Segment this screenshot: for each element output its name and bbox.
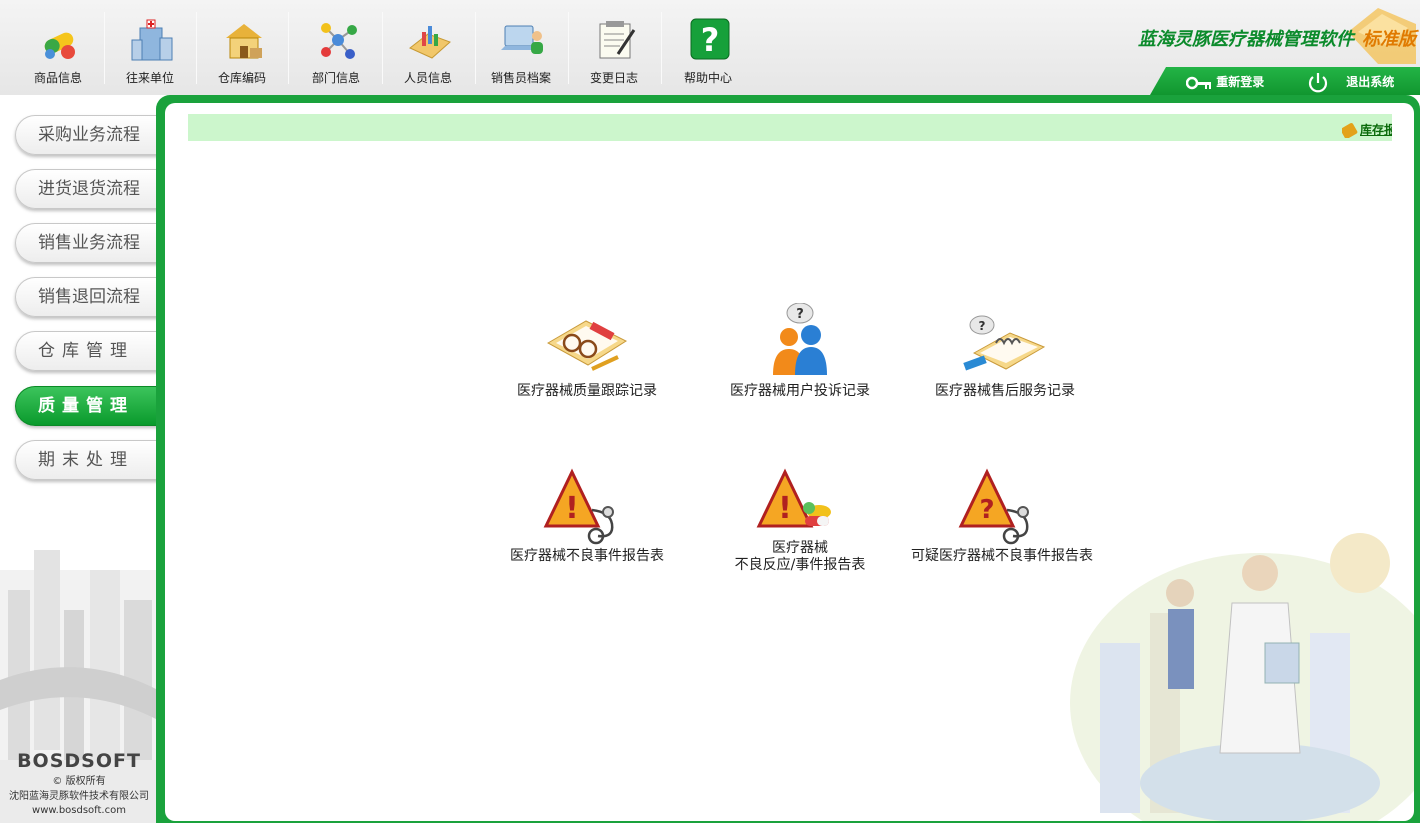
nav-sales-flow[interactable]: 销售业务流程 xyxy=(15,223,161,263)
toolbar-product-info[interactable]: 商品信息 xyxy=(12,8,104,88)
nav-label: 销售业务流程 xyxy=(38,233,140,253)
nav-purchase-return-flow[interactable]: 进货退货流程 xyxy=(15,169,161,209)
power-icon xyxy=(1308,72,1328,92)
relogin-button[interactable]: 重新登录 xyxy=(1185,67,1265,95)
nav-label: 销售退回流程 xyxy=(38,287,140,307)
change-log-notepad-icon xyxy=(599,21,636,59)
tile-label: 可疑医疗器械不良事件报告表 xyxy=(911,548,1093,564)
svg-text:!: ! xyxy=(778,491,792,526)
suspicious-event-warning-icon: ? xyxy=(958,468,1029,545)
svg-text:?: ? xyxy=(979,319,986,333)
tile-label: 医疗器械不良事件报告表 xyxy=(510,548,664,564)
copyright-block: BOSDSOFT © 版权所有 沈阳蓝海灵豚软件技术有限公司 www.bosds… xyxy=(0,750,158,816)
toolbar-label: 帮助中心 xyxy=(683,71,732,85)
exit-label: 退出系统 xyxy=(1346,75,1395,89)
tile-label: 医疗器械用户投诉记录 xyxy=(730,383,870,399)
notice-bar: 库存报警 xyxy=(188,114,1392,141)
svg-text:?: ? xyxy=(979,495,994,525)
toolbar-help-center[interactable]: ? 帮助中心 xyxy=(662,8,754,88)
stock-alert-label: 库存报警 xyxy=(1360,123,1392,137)
svg-text:!: ! xyxy=(565,491,579,526)
help-question-icon: ? xyxy=(690,18,730,60)
website-text: www.bosdsoft.com xyxy=(32,805,126,816)
toolbar-label: 变更日志 xyxy=(589,71,638,85)
toolbar-warehouse-code[interactable]: 仓库编码 xyxy=(196,8,288,88)
department-molecule-icon xyxy=(321,23,357,59)
tile-quality-tracking[interactable]: 医疗器械质量跟踪记录 xyxy=(487,303,687,400)
quality-tracking-icon xyxy=(546,320,628,371)
nav-quality-management[interactable]: 质量管理 xyxy=(15,386,161,426)
svg-text:?: ? xyxy=(796,307,804,322)
toolbar-label: 人员信息 xyxy=(403,71,452,85)
salesman-laptop-icon xyxy=(501,25,543,54)
pencil-icon xyxy=(1342,121,1359,138)
tile-label: 医疗器械质量跟踪记录 xyxy=(517,383,657,399)
toolbar-personnel-info[interactable]: 人员信息 xyxy=(382,8,474,88)
tile-label-line2: 不良反应/事件报告表 xyxy=(734,557,866,573)
tile-user-complaint[interactable]: ? 医疗器械用户投诉记录 xyxy=(700,303,900,400)
warehouse-house-icon xyxy=(226,24,262,59)
tile-adverse-event-report[interactable]: ! 医疗器械不良事件报告表 xyxy=(487,468,687,565)
tile-adverse-reaction-report[interactable]: ! 医疗器械 不良反应/事件报告表 xyxy=(700,468,900,574)
stock-alert-link[interactable]: 库存报警 xyxy=(1342,121,1392,138)
nav-period-end[interactable]: 期末处理 xyxy=(15,440,161,480)
product-pills-icon xyxy=(44,32,75,59)
brand-title: 蓝海灵豚医疗器械管理软件 标准版 xyxy=(1138,25,1416,51)
toolbar-partner-units[interactable]: 往来单位 xyxy=(104,8,196,88)
nav-warehouse-management[interactable]: 仓库管理 xyxy=(15,331,161,371)
toolbar-divider xyxy=(288,12,289,84)
toolbar-label: 商品信息 xyxy=(33,71,82,85)
copyright-text: © 版权所有 xyxy=(52,776,106,787)
personnel-chart-icon xyxy=(409,26,451,59)
nav-label: 期末处理 xyxy=(38,450,134,470)
key-icon xyxy=(1185,76,1211,89)
tile-label-line1: 医疗器械 xyxy=(772,540,828,556)
toolbar-department-info[interactable]: 部门信息 xyxy=(290,8,382,88)
tile-after-sales[interactable]: ? 医疗器械售后服务记录 xyxy=(905,303,1105,400)
nav-label: 仓库管理 xyxy=(38,341,134,361)
svg-text:?: ? xyxy=(701,21,720,59)
toolbar-label: 部门信息 xyxy=(311,71,360,85)
nav-purchase-flow[interactable]: 采购业务流程 xyxy=(15,115,161,155)
adverse-reaction-warning-icon: ! xyxy=(756,468,831,528)
app-edition: 标准版 xyxy=(1362,29,1416,50)
doctor-illustration xyxy=(1070,533,1414,821)
toolbar-label: 仓库编码 xyxy=(217,71,266,85)
toolbar-label: 销售员档案 xyxy=(490,71,551,85)
tile-suspicious-event-report[interactable]: ? 可疑医疗器械不良事件报告表 xyxy=(902,468,1102,565)
nav-label: 进货退货流程 xyxy=(38,179,140,199)
nav-sales-return-flow[interactable]: 销售退回流程 xyxy=(15,277,161,317)
session-bar: 重新登录 退出系统 xyxy=(1150,67,1420,95)
relogin-label: 重新登录 xyxy=(1216,75,1265,89)
after-sales-icon: ? xyxy=(963,315,1046,371)
exit-system-button[interactable]: 退出系统 xyxy=(1306,67,1394,95)
main-frame: 库存报警 医疗器械质量跟踪记录 xyxy=(156,95,1420,823)
company-name: 沈阳蓝海灵豚软件技术有限公司 xyxy=(9,791,149,802)
bosdsoft-logo: BOSDSOFT xyxy=(17,750,141,772)
main-content: 库存报警 医疗器械质量跟踪记录 xyxy=(165,103,1414,821)
user-complaint-icon: ? xyxy=(773,303,827,375)
top-toolbar: 商品信息 往来单位 仓库编码 部门信息 人员信息 销售员档案 变更日志 ? 帮助… xyxy=(0,0,1420,95)
toolbar-label: 往来单位 xyxy=(125,71,174,85)
adverse-event-warning-icon: ! xyxy=(543,468,614,545)
tile-label: 医疗器械售后服务记录 xyxy=(935,383,1075,399)
app-name: 蓝海灵豚医疗器械管理软件 xyxy=(1138,29,1354,50)
toolbar-salesman-archive[interactable]: 销售员档案 xyxy=(475,8,567,88)
nav-label: 采购业务流程 xyxy=(38,125,140,145)
nav-label: 质量管理 xyxy=(38,396,134,416)
sidebar: 采购业务流程 进货退货流程 销售业务流程 销售退回流程 仓库管理 质量管理 期末… xyxy=(0,95,161,823)
toolbar-change-log[interactable]: 变更日志 xyxy=(568,8,660,88)
hospital-building-icon xyxy=(131,19,173,61)
